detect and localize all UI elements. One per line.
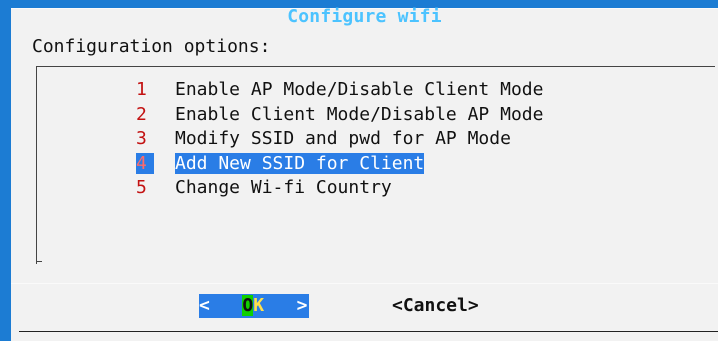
wifi-config-dialog: Configure wifi Configuration options: 1 E… [11, 6, 718, 341]
menu-item-number: 1 [136, 79, 147, 100]
prompt-text: Configuration options: [32, 36, 271, 57]
menu-item-5[interactable]: 5 Change Wi-fi Country [136, 177, 543, 202]
menu-item-label: Enable Client Mode/Disable AP Mode [175, 103, 544, 125]
menu-item-number: 2 [136, 103, 147, 125]
cancel-button[interactable]: <Cancel> [392, 294, 479, 318]
menu-item-label: Add New SSID for Client [175, 152, 425, 174]
options-menu: 1 Enable AP Mode/Disable Client Mode 2 Ena… [136, 79, 543, 202]
ok-label-rest: K [253, 295, 265, 316]
menu-item-label: Change Wi-fi Country [175, 177, 392, 198]
menu-item-3[interactable]: 3 Modify SSID and pwd for AP Mode [136, 128, 543, 153]
ok-button[interactable]: < OK > [199, 294, 309, 318]
menu-item-1[interactable]: 1 Enable AP Mode/Disable Client Mode [136, 79, 543, 104]
menu-item-number: 4 [136, 152, 154, 174]
ok-right-bracket: > [296, 295, 308, 316]
terminal-screen: Configure wifi Configuration options: 1 E… [0, 0, 718, 341]
menu-item-2[interactable]: 2 Enable Client Mode/Disable AP Mode [136, 104, 543, 129]
menu-item-4[interactable]: 4 Add New SSID for Client [136, 152, 543, 178]
ok-hotkey: O [242, 295, 254, 316]
button-separator [11, 283, 718, 284]
menu-item-label: Enable AP Mode/Disable Client Mode [175, 79, 544, 100]
menu-item-number: 5 [136, 177, 147, 198]
menu-item-number: 3 [136, 128, 147, 149]
ok-left-bracket: < [199, 295, 210, 316]
dialog-title: Configure wifi [287, 6, 442, 27]
menu-item-label: Modify SSID and pwd for AP Mode [175, 128, 511, 149]
dialog-bottom-border [19, 331, 718, 332]
menu-box-corner [36, 261, 42, 262]
